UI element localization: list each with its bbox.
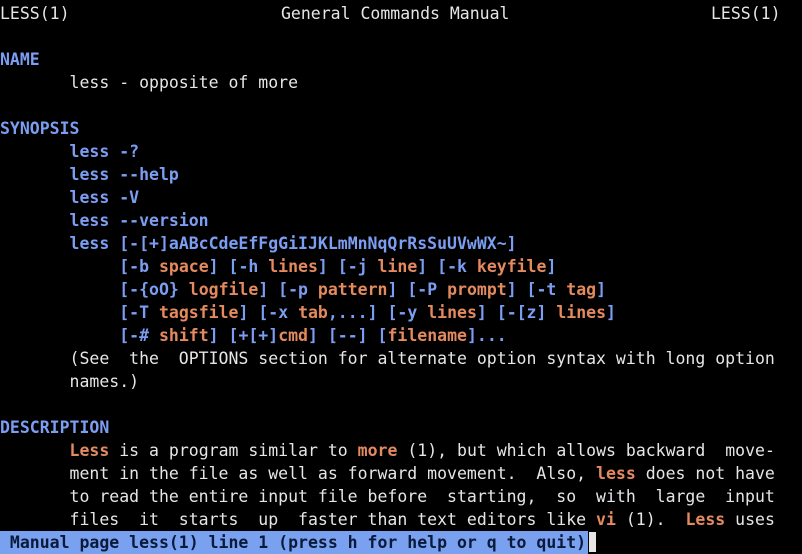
plain-text	[0, 234, 70, 253]
underlined-text: logfile	[188, 280, 259, 299]
underlined-text: lines	[427, 303, 477, 322]
plain-text	[0, 257, 119, 276]
man-line: files it starts up faster than text edit…	[0, 508, 775, 531]
bold-text: less --version	[69, 211, 209, 230]
man-line: (See the OPTIONS section for alternate o…	[0, 347, 775, 370]
man-line: [-# shift] [+[+]cmd] [--] [filename]...	[0, 324, 507, 347]
plain-text	[0, 165, 70, 184]
plain-text	[0, 303, 119, 322]
man-line: Less is a program similar to more (1), b…	[0, 439, 775, 462]
bold-text: SYNOPSIS	[0, 119, 80, 138]
bold-text: [-T	[119, 303, 159, 322]
bold-text: ] [-h	[208, 257, 269, 276]
underlined-text: Less	[685, 510, 726, 529]
underlined-text: tab	[298, 303, 328, 322]
man-line: to read the entire input file before sta…	[0, 485, 775, 508]
bold-text: [-#	[119, 326, 159, 345]
plain-text	[0, 142, 70, 161]
bold-text: ] [-j	[317, 257, 378, 276]
man-line: less -V	[0, 186, 140, 209]
underlined-text: cmd	[278, 326, 308, 345]
man-line: NAME	[0, 48, 40, 71]
plain-text: files it starts up faster than text edit…	[0, 510, 597, 529]
bold-text: ] [+[+]	[208, 326, 279, 345]
underlined-text: lines	[268, 257, 318, 276]
man-line: DESCRIPTION	[0, 416, 109, 439]
plain-text: (1).	[615, 510, 686, 529]
underlined-text: space	[158, 257, 209, 276]
underlined-text: line	[377, 257, 418, 276]
underlined-text: filename	[387, 326, 467, 345]
bold-text: ] [--] [	[308, 326, 388, 345]
man-line: less - opposite of more	[0, 71, 298, 94]
man-line: less --version	[0, 209, 209, 232]
underlined-text: shift	[158, 326, 209, 345]
plain-text	[0, 280, 119, 299]
man-line: less --help	[0, 163, 179, 186]
underlined-text: pattern	[317, 280, 388, 299]
underlined-text: vi	[596, 510, 616, 529]
text-cursor	[588, 531, 597, 553]
underlined-text: less	[596, 464, 636, 483]
bold-text: ] [-p	[258, 280, 318, 299]
plain-text: uses	[725, 510, 775, 529]
plain-text: ment in the file as well as forward move…	[0, 464, 597, 483]
bold-text: less [-[+]aABcCdeEfFgGiIJKLmMnNqQrRsSuUV…	[69, 234, 517, 253]
bold-text: less -V	[69, 188, 140, 207]
bold-text: DESCRIPTION	[0, 418, 110, 437]
bold-text: ]	[606, 303, 616, 322]
man-line: less -?	[0, 140, 140, 163]
underlined-text: keyfile	[476, 257, 547, 276]
less-status-prompt: Manual page less(1) line 1 (press h for …	[0, 531, 589, 554]
bold-text: [-b	[119, 257, 159, 276]
underlined-text: prompt	[447, 280, 507, 299]
plain-text: names.)	[0, 372, 140, 391]
man-header-center: General Commands Manual	[281, 4, 510, 23]
plain-text	[0, 211, 70, 230]
bold-text: ] [-t	[506, 280, 567, 299]
underlined-text: Less	[69, 441, 110, 460]
plain-text: to read the entire input file before sta…	[0, 487, 775, 506]
bold-text: ]...	[466, 326, 507, 345]
underlined-text: tagsfile	[158, 303, 239, 322]
terminal-window[interactable]: LESS(1) General Commands Manual LESS(1) …	[0, 0, 802, 554]
plain-text: (See the OPTIONS section for alternate o…	[0, 349, 775, 368]
plain-text: (1), but which allows backward move-	[397, 441, 775, 460]
man-line: names.)	[0, 370, 140, 393]
plain-text: is a program similar to	[109, 441, 358, 460]
bold-text: ]	[596, 280, 607, 299]
man-header-left: LESS(1)	[0, 4, 70, 23]
plain-text: less - opposite of more	[0, 73, 299, 92]
man-line: [-T tagsfile] [-x tab,...] [-y lines] [-…	[0, 301, 616, 324]
bold-text: ] [-P	[387, 280, 448, 299]
bold-text: less -?	[69, 142, 140, 161]
plain-text	[0, 441, 70, 460]
man-line: ment in the file as well as forward move…	[0, 462, 775, 485]
underlined-text: lines	[556, 303, 607, 322]
plain-text	[0, 188, 70, 207]
bold-text: ] [-[z]	[476, 303, 557, 322]
man-header-right: LESS(1)	[711, 4, 781, 23]
bold-text: ,...] [-y	[327, 303, 428, 322]
plain-text: does not have	[635, 464, 775, 483]
bold-text: [-{oO}	[119, 280, 189, 299]
plain-text	[0, 326, 119, 345]
bold-text: NAME	[0, 50, 40, 69]
underlined-text: more	[357, 441, 398, 460]
man-line: less [-[+]aABcCdeEfFgGiIJKLmMnNqQrRsSuUV…	[0, 232, 517, 255]
underlined-text: tag	[566, 280, 597, 299]
man-line: [-b space] [-h lines] [-j line] [-k keyf…	[0, 255, 556, 278]
bold-text: ] [-k	[417, 257, 477, 276]
bold-text: ]	[546, 257, 557, 276]
bold-text: less --help	[69, 165, 179, 184]
man-line: SYNOPSIS	[0, 117, 79, 140]
man-line: [-{oO} logfile] [-p pattern] [-P prompt]…	[0, 278, 606, 301]
bold-text: ] [-x	[238, 303, 299, 322]
